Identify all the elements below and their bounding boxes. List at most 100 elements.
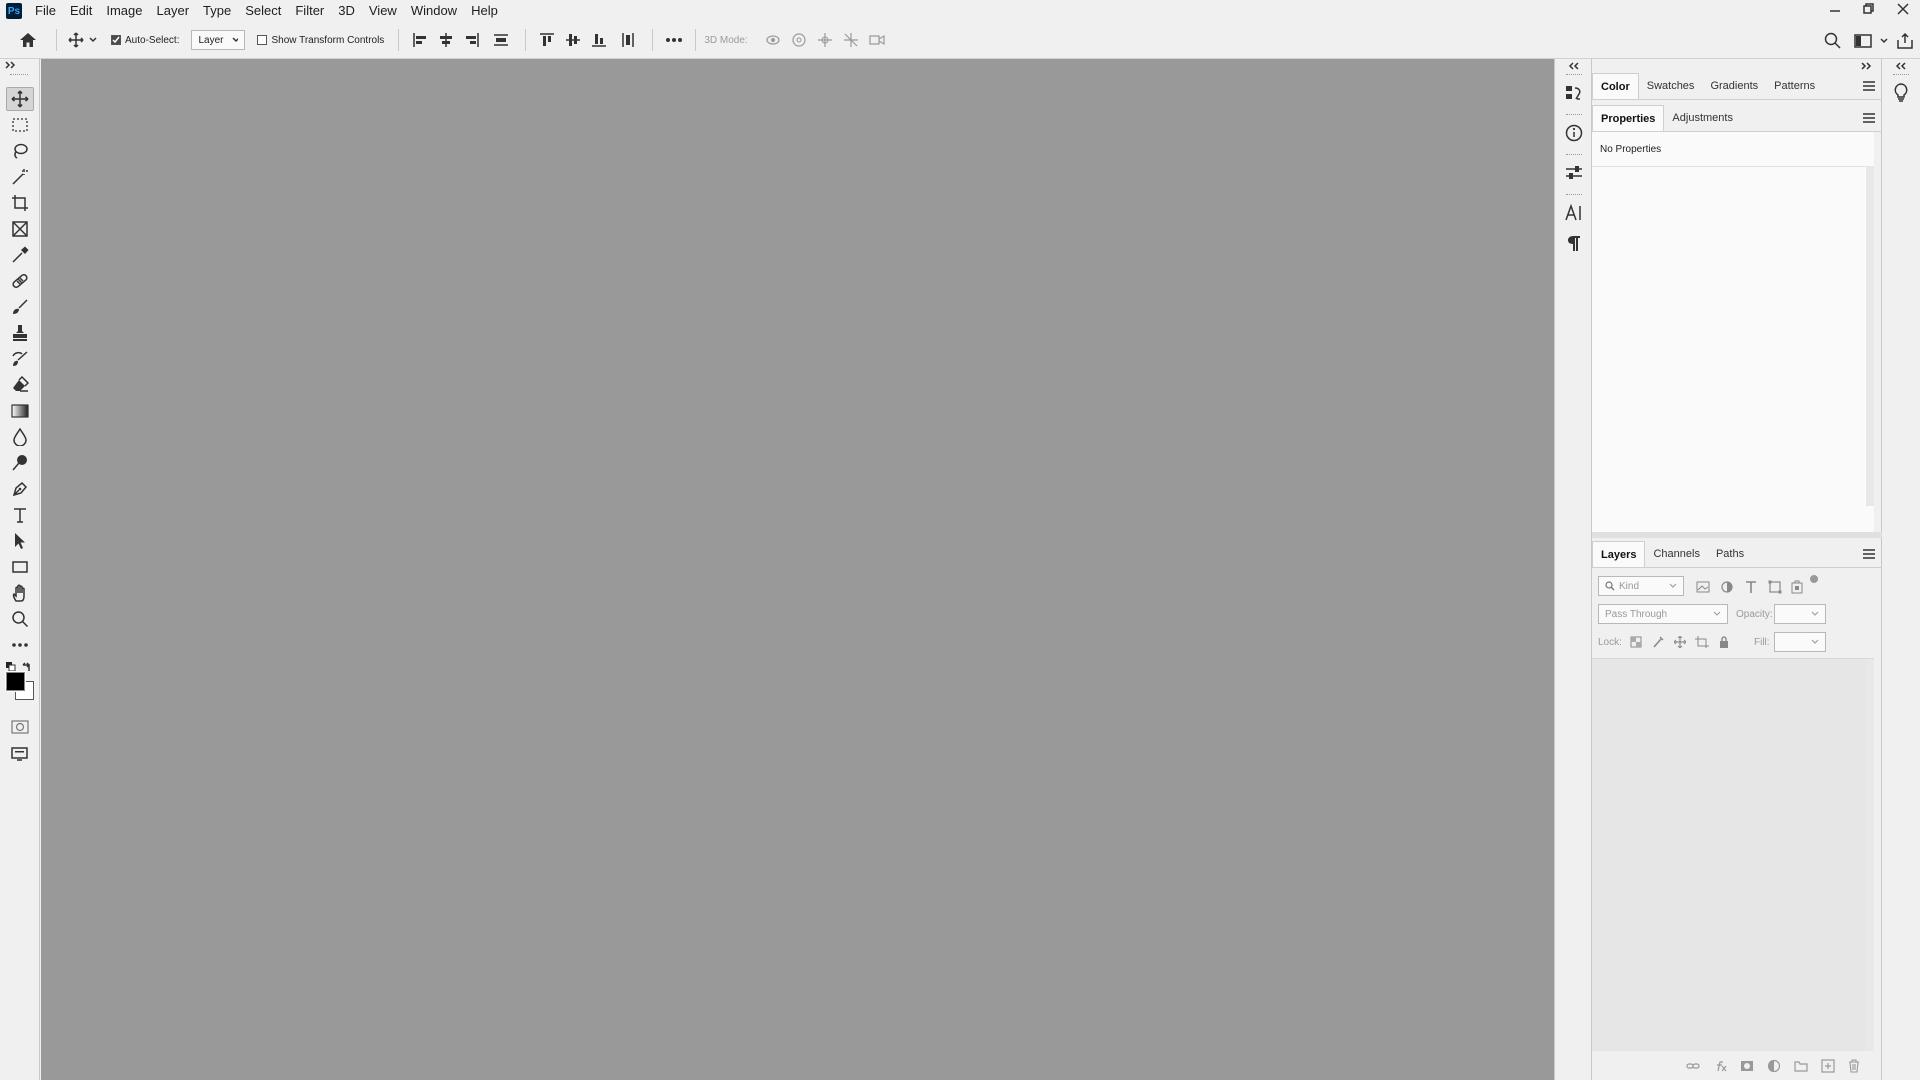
menu-view[interactable]: View xyxy=(362,0,404,22)
lock-all-icon[interactable] xyxy=(1718,636,1730,648)
3d-roll-button[interactable] xyxy=(786,28,812,52)
link-layers-icon[interactable] xyxy=(1686,1061,1700,1071)
panel-grip[interactable] xyxy=(1566,194,1582,196)
collapse-dock-icon[interactable] xyxy=(1568,62,1580,70)
info-panel-button[interactable] xyxy=(1562,121,1586,145)
quick-mask-button[interactable] xyxy=(6,715,34,739)
blur-tool[interactable] xyxy=(6,425,34,449)
path-selection-tool[interactable] xyxy=(6,529,34,553)
more-options-button[interactable] xyxy=(661,28,687,52)
menu-3d[interactable]: 3D xyxy=(331,0,362,22)
search-button[interactable] xyxy=(1818,29,1848,53)
add-mask-icon[interactable] xyxy=(1740,1060,1754,1072)
rectangle-tool[interactable] xyxy=(6,555,34,579)
collapse-panels-icon[interactable] xyxy=(1861,62,1873,70)
document-canvas-area[interactable] xyxy=(41,59,1554,1080)
align-right-button[interactable] xyxy=(459,28,485,52)
panel-grip[interactable] xyxy=(1566,114,1582,116)
distribute-vertical-button[interactable] xyxy=(485,28,517,52)
eraser-tool[interactable] xyxy=(6,373,34,397)
pen-tool[interactable] xyxy=(6,477,34,501)
learn-panel-button[interactable] xyxy=(1889,81,1913,105)
menu-image[interactable]: Image xyxy=(99,0,149,22)
tab-adjustments[interactable]: Adjustments xyxy=(1664,105,1741,131)
menu-file[interactable]: File xyxy=(28,0,63,22)
tab-properties[interactable]: Properties xyxy=(1592,105,1665,131)
minimize-button[interactable] xyxy=(1818,0,1852,18)
healing-brush-tool[interactable] xyxy=(6,269,34,293)
foreground-color-swatch[interactable] xyxy=(5,671,26,692)
panel-grip[interactable] xyxy=(10,74,28,76)
tab-patterns[interactable]: Patterns xyxy=(1766,73,1823,99)
tab-color[interactable]: Color xyxy=(1592,73,1639,99)
history-brush-tool[interactable] xyxy=(6,347,34,371)
align-top-button[interactable] xyxy=(534,28,560,52)
collapse-dock-icon[interactable] xyxy=(1895,62,1907,70)
menu-type[interactable]: Type xyxy=(196,0,238,22)
type-tool[interactable] xyxy=(6,503,34,527)
lasso-tool[interactable] xyxy=(6,139,34,163)
gradient-tool[interactable] xyxy=(6,399,34,423)
panel-menu-icon[interactable] xyxy=(1862,112,1876,124)
expand-panel-icon[interactable] xyxy=(5,61,17,69)
adjustment-filter-icon[interactable] xyxy=(1720,580,1734,594)
menu-filter[interactable]: Filter xyxy=(288,0,331,22)
screen-mode-button[interactable] xyxy=(6,741,34,765)
edit-toolbar-button[interactable] xyxy=(6,633,34,657)
paragraph-panel-button[interactable] xyxy=(1562,231,1586,255)
type-filter-icon[interactable] xyxy=(1744,580,1758,594)
new-adjustment-layer-icon[interactable] xyxy=(1767,1059,1781,1073)
layers-list[interactable] xyxy=(1592,659,1866,1051)
align-left-button[interactable] xyxy=(407,28,433,52)
layers-scrollbar[interactable] xyxy=(1866,659,1874,1051)
swap-colors-button[interactable] xyxy=(22,662,32,672)
tab-channels[interactable]: Channels xyxy=(1645,541,1707,567)
menu-window[interactable]: Window xyxy=(404,0,464,22)
distribute-horizontal-button[interactable] xyxy=(612,28,644,52)
eyedropper-tool[interactable] xyxy=(6,243,34,267)
lock-transparent-icon[interactable] xyxy=(1630,636,1642,648)
adjustments-panel-button[interactable] xyxy=(1562,161,1586,185)
panel-menu-icon[interactable] xyxy=(1862,548,1876,560)
3d-slide-button[interactable] xyxy=(838,28,864,52)
home-button[interactable] xyxy=(8,28,48,52)
auto-select-target-dropdown[interactable]: Layer xyxy=(191,30,246,50)
hand-tool[interactable] xyxy=(6,581,34,605)
delete-layer-icon[interactable] xyxy=(1848,1058,1860,1073)
shape-filter-icon[interactable] xyxy=(1768,580,1782,594)
properties-scrollbar[interactable] xyxy=(1866,166,1874,506)
preset-dropdown[interactable] xyxy=(87,28,99,52)
align-v-center-button[interactable] xyxy=(560,28,586,52)
align-h-center-button[interactable] xyxy=(433,28,459,52)
menu-select[interactable]: Select xyxy=(238,0,288,22)
frame-tool[interactable] xyxy=(6,217,34,241)
zoom-tool[interactable] xyxy=(6,607,34,631)
3d-pan-button[interactable] xyxy=(812,28,838,52)
pixel-filter-icon[interactable] xyxy=(1696,581,1710,593)
new-layer-icon[interactable] xyxy=(1821,1058,1835,1073)
menu-edit[interactable]: Edit xyxy=(63,0,99,22)
tab-gradients[interactable]: Gradients xyxy=(1702,73,1766,99)
layer-filter-dropdown[interactable]: Kind xyxy=(1598,576,1684,596)
tab-paths[interactable]: Paths xyxy=(1708,541,1752,567)
dodge-tool[interactable] xyxy=(6,451,34,475)
filter-toggle-icon[interactable] xyxy=(1809,574,1819,584)
workspace-dropdown[interactable] xyxy=(1878,29,1890,53)
default-colors-button[interactable] xyxy=(6,662,16,672)
move-tool-preset[interactable] xyxy=(65,28,87,52)
brush-tool[interactable] xyxy=(6,295,34,319)
lock-position-icon[interactable] xyxy=(1674,636,1686,648)
3d-orbit-button[interactable] xyxy=(760,28,786,52)
clone-stamp-tool[interactable] xyxy=(6,321,34,345)
fx-icon[interactable] xyxy=(1713,1060,1727,1072)
panel-grip[interactable] xyxy=(1893,74,1909,76)
character-panel-button[interactable] xyxy=(1562,201,1586,225)
fill-input[interactable] xyxy=(1774,632,1826,652)
lock-pixels-icon[interactable] xyxy=(1652,636,1664,648)
magic-wand-tool[interactable] xyxy=(6,165,34,189)
menu-help[interactable]: Help xyxy=(464,0,505,22)
smart-object-filter-icon[interactable] xyxy=(1790,580,1804,594)
align-bottom-button[interactable] xyxy=(586,28,612,52)
3d-scale-button[interactable] xyxy=(864,28,890,52)
marquee-tool[interactable] xyxy=(6,113,34,137)
